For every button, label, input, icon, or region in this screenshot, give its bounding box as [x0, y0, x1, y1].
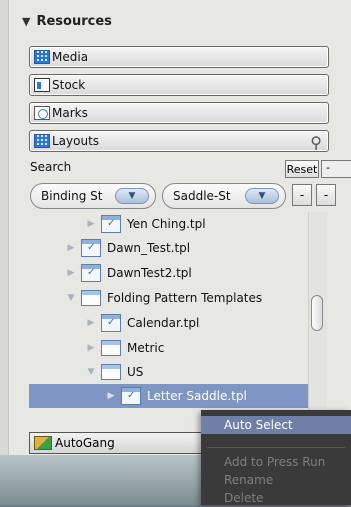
- template-file-icon: [81, 264, 101, 282]
- expand-arrow-icon[interactable]: ▶: [85, 318, 97, 328]
- stock-icon: [34, 78, 50, 92]
- tree-item[interactable]: ▶ Yen Ching.tpl: [85, 212, 206, 236]
- layouts-panel-button[interactable]: Layouts ⚲: [29, 130, 329, 152]
- context-menu: Auto Select Add to Press Run Rename Dele…: [201, 410, 351, 505]
- stock-panel-button[interactable]: Stock: [29, 74, 329, 96]
- collapse-arrow-icon[interactable]: ▼: [65, 293, 77, 303]
- folder-icon: [101, 340, 121, 356]
- expand-arrow-icon[interactable]: ▶: [65, 268, 77, 278]
- collapse-triangle-icon[interactable]: ▼: [22, 15, 30, 28]
- layouts-label: Layouts: [52, 134, 100, 148]
- template-file-icon: [121, 387, 141, 405]
- menu-item-auto-select[interactable]: Auto Select: [201, 416, 351, 434]
- grid-icon: [34, 134, 50, 148]
- left-rail: [0, 0, 9, 505]
- tree-item[interactable]: ▶ Metric: [85, 336, 164, 360]
- grid-icon: [34, 50, 50, 64]
- menu-separator: [207, 447, 345, 448]
- chevron-down-icon[interactable]: ▼: [115, 188, 149, 204]
- binding-style-value: Binding St: [41, 189, 103, 203]
- saddle-value: Saddle-St: [173, 189, 231, 203]
- expand-arrow-icon[interactable]: ▶: [85, 219, 97, 229]
- tree-item[interactable]: ▶ Calendar.tpl: [85, 311, 199, 335]
- tree-item-label: Metric: [127, 341, 165, 355]
- autogang-label: AutoGang: [55, 436, 115, 450]
- resources-title: Resources: [36, 14, 112, 29]
- tree-item-label: Calendar.tpl: [127, 316, 200, 330]
- tree-item[interactable]: ▼ Folding Pattern Templates: [65, 286, 262, 310]
- expand-arrow-icon[interactable]: ▶: [85, 343, 97, 353]
- tree-item-label: US: [127, 365, 144, 379]
- extra-button[interactable]: -: [321, 160, 351, 178]
- stock-label: Stock: [52, 78, 86, 92]
- marks-icon: [34, 106, 50, 120]
- expand-arrow-icon[interactable]: ▶: [105, 391, 117, 401]
- tree-item-label: Yen Ching.tpl: [127, 217, 206, 231]
- template-file-icon: [101, 215, 121, 233]
- layouts-tree: ▶ Yen Ching.tpl ▶ Dawn_Test.tpl ▶ DawnTe…: [29, 212, 309, 420]
- saddle-select[interactable]: Saddle-St ▼: [162, 183, 286, 209]
- tree-item[interactable]: ▶ DawnTest2.tpl: [65, 261, 192, 285]
- media-panel-button[interactable]: Media: [29, 46, 329, 68]
- minus-button-2[interactable]: -: [316, 184, 336, 206]
- folder-icon: [101, 364, 121, 380]
- minus-button[interactable]: -: [292, 184, 312, 206]
- media-label: Media: [52, 50, 89, 64]
- scrollbar-thumb[interactable]: [311, 295, 323, 331]
- tree-item[interactable]: ▼ US: [85, 360, 143, 384]
- chevron-down-icon[interactable]: ▼: [245, 188, 279, 204]
- template-file-icon: [101, 314, 121, 332]
- folder-icon: [81, 290, 101, 306]
- tree-item-label: Folding Pattern Templates: [107, 291, 263, 305]
- autogang-panel-button[interactable]: AutoGang: [29, 432, 209, 454]
- marks-panel-button[interactable]: Marks: [29, 102, 329, 124]
- tree-item[interactable]: ▶ Dawn_Test.tpl: [65, 236, 190, 260]
- tree-item-label: Letter Saddle.tpl: [147, 389, 247, 403]
- expand-arrow-icon[interactable]: ▶: [65, 243, 77, 253]
- template-file-icon: [81, 239, 101, 257]
- search-icon[interactable]: ⚲: [310, 133, 322, 152]
- menu-item-delete[interactable]: Delete: [201, 489, 351, 507]
- reset-button[interactable]: Reset: [285, 160, 319, 178]
- marks-label: Marks: [52, 106, 88, 120]
- menu-item-add-to-press-run[interactable]: Add to Press Run: [201, 453, 351, 471]
- tree-item-selected[interactable]: ▶ Letter Saddle.tpl: [29, 384, 309, 408]
- search-label: Search: [30, 160, 72, 174]
- tree-item-label: DawnTest2.tpl: [107, 266, 192, 280]
- tree-item-label: Dawn_Test.tpl: [107, 241, 191, 255]
- collapse-arrow-icon[interactable]: ▼: [85, 367, 97, 377]
- resources-header[interactable]: ▼ Resources: [22, 14, 112, 29]
- menu-item-rename[interactable]: Rename: [201, 471, 351, 489]
- binding-style-select[interactable]: Binding St ▼: [30, 183, 156, 209]
- autogang-icon: [34, 436, 52, 450]
